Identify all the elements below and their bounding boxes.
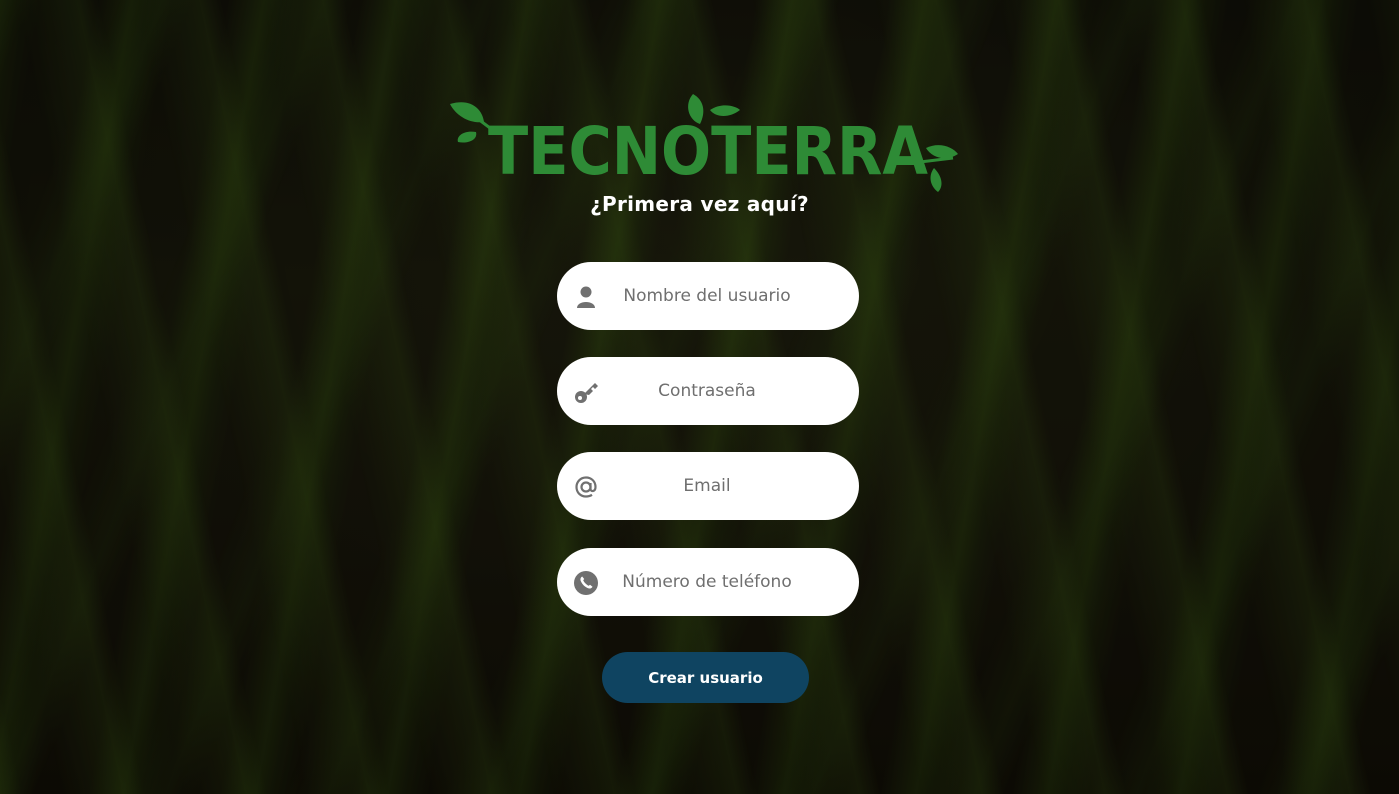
phone-input[interactable] xyxy=(607,548,807,616)
user-icon xyxy=(577,286,595,308)
username-field[interactable] xyxy=(557,262,859,330)
password-input[interactable] xyxy=(607,357,807,425)
username-input[interactable] xyxy=(607,262,807,330)
email-field[interactable] xyxy=(557,452,859,520)
create-user-button[interactable]: Crear usuario xyxy=(602,652,809,703)
page-background: TECNOTERRA ¿Primera vez aquí? Nombre del… xyxy=(0,0,1399,794)
key-icon xyxy=(575,383,598,403)
at-sign-icon xyxy=(575,476,597,498)
tecnoterra-logo: TECNOTERRA xyxy=(450,94,958,192)
page-heading: ¿Primera vez aquí? xyxy=(590,192,809,216)
phone-field[interactable] xyxy=(557,548,859,616)
password-field[interactable] xyxy=(557,357,859,425)
email-input[interactable] xyxy=(607,452,807,520)
logo-wordmark: TECNOTERRA xyxy=(488,113,928,190)
signup-screen: TECNOTERRA ¿Primera vez aquí? Nombre del… xyxy=(0,0,1399,794)
phone-icon xyxy=(574,571,598,595)
